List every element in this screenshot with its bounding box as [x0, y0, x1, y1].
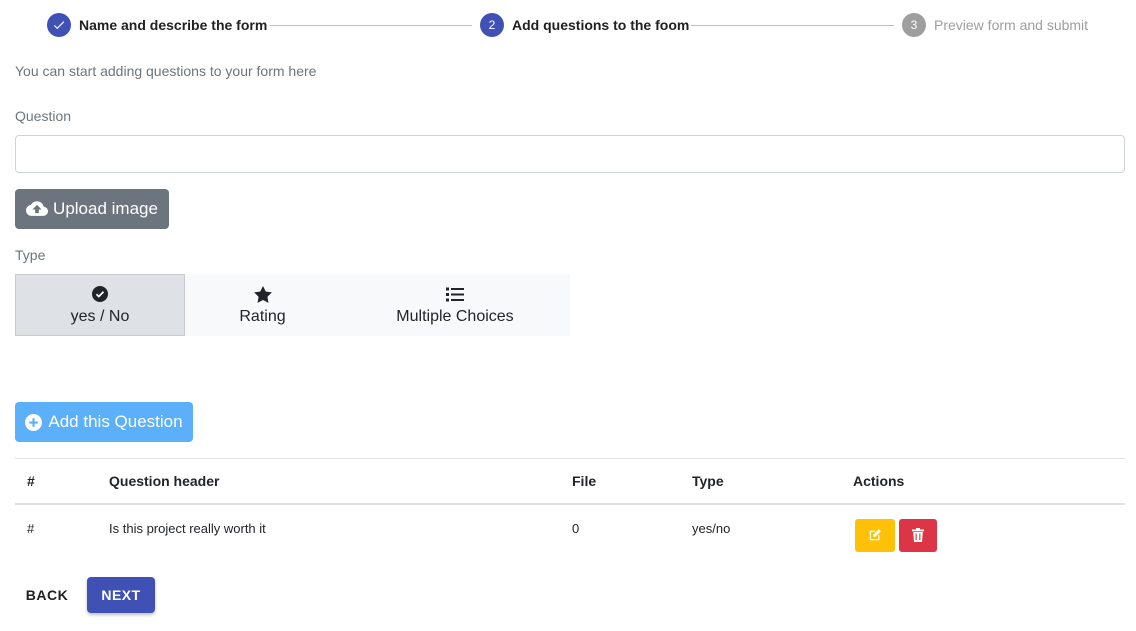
- step-1-label: Name and describe the form: [79, 17, 268, 33]
- type-option-label: Rating: [239, 308, 286, 325]
- intro-text: You can start adding questions to your f…: [15, 63, 317, 79]
- delete-button[interactable]: [899, 518, 937, 552]
- row-type: yes/no: [692, 520, 731, 536]
- row-actions: [853, 504, 1125, 562]
- column-header: Actions: [853, 458, 1125, 505]
- plus-circle-icon: [25, 413, 43, 431]
- table-row: # Is this project really worth it 0 yes/…: [15, 504, 1125, 562]
- step-3-label: Preview form and submit: [934, 17, 1089, 33]
- step-2-number: 2: [480, 13, 504, 37]
- edit-button[interactable]: [855, 518, 895, 552]
- check-icon: [47, 13, 71, 37]
- row-index: #: [27, 520, 35, 536]
- step-connector: [691, 25, 894, 26]
- list-icon: [446, 284, 464, 304]
- edit-icon: [868, 528, 882, 542]
- column-header: File: [572, 458, 692, 505]
- type-option-rating[interactable]: Rating: [185, 274, 340, 336]
- step-connector: [270, 25, 472, 26]
- type-option-multiple-choices[interactable]: Multiple Choices: [340, 274, 570, 336]
- column-header: #: [15, 458, 109, 505]
- questions-table: # Question header File Type Actions # Is…: [15, 458, 1125, 562]
- step-3: 3 Preview form and submit: [902, 13, 1088, 37]
- cloud-upload-icon: [26, 201, 49, 217]
- step-3-number: 3: [902, 13, 926, 37]
- add-question-label: Add this Question: [48, 412, 183, 431]
- step-2-label: Add questions to the foom: [512, 17, 690, 33]
- row-file: 0: [572, 520, 580, 536]
- table-header-row: # Question header File Type Actions: [15, 458, 1125, 505]
- type-selector: yes / No Rating Multiple Choices: [15, 274, 570, 336]
- next-button[interactable]: NEXT: [87, 577, 155, 613]
- question-input[interactable]: [15, 135, 1125, 173]
- star-icon: [253, 284, 272, 304]
- type-label: Type: [15, 247, 46, 263]
- step-1: Name and describe the form: [47, 13, 267, 37]
- trash-icon: [912, 528, 924, 542]
- add-question-button[interactable]: Add this Question: [15, 402, 193, 442]
- row-question-header: Is this project really worth it: [109, 520, 266, 536]
- step-2: 2 Add questions to the foom: [480, 13, 689, 37]
- stepper: Name and describe the form 2 Add questio…: [0, 0, 1136, 50]
- question-label: Question: [15, 108, 72, 124]
- back-button[interactable]: BACK: [15, 577, 79, 613]
- type-option-label: yes / No: [70, 308, 130, 325]
- column-header: Type: [692, 458, 853, 505]
- type-option-yes-no[interactable]: yes / No: [15, 274, 185, 336]
- upload-image-button[interactable]: Upload image: [15, 189, 169, 229]
- check-circle-icon: [92, 284, 108, 304]
- column-header: Question header: [109, 458, 572, 505]
- type-option-label: Multiple Choices: [396, 308, 514, 325]
- upload-image-label: Upload image: [53, 199, 158, 218]
